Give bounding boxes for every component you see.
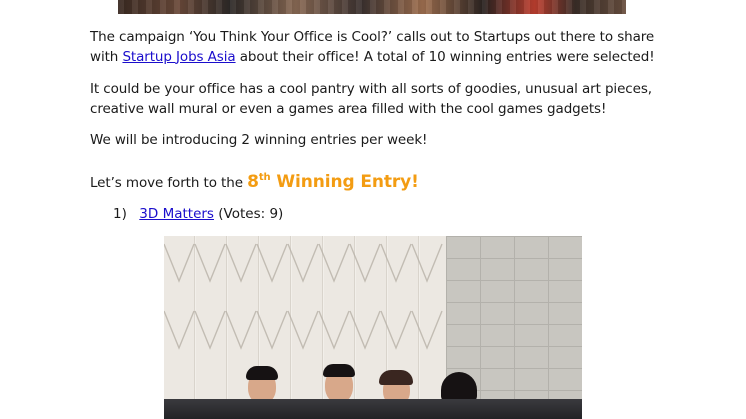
chevron-wall-pattern [164, 243, 443, 350]
weekly-entries-paragraph: We will be introducing 2 winning entries… [90, 132, 428, 148]
intro-paragraph: The campaign ‘You Think Your Office is C… [90, 28, 670, 67]
list-item: 1) 3D Matters (Votes: 9) [113, 205, 283, 224]
header-photo [118, 0, 626, 14]
startup-jobs-asia-link[interactable]: Startup Jobs Asia [122, 49, 235, 65]
office-team-photo [164, 236, 582, 419]
list-number: 1) [113, 206, 127, 222]
winning-entry-heading: Let’s move forth to the 8th Winning Entr… [90, 166, 670, 195]
winning-entry-label: Winning Entry! [270, 172, 419, 192]
office-description-paragraph: It could be your office has a cool pantr… [90, 81, 652, 117]
votes-count: (Votes: 9) [213, 206, 284, 222]
sofa [164, 399, 582, 419]
3d-matters-link[interactable]: 3D Matters [139, 206, 214, 222]
intro-text-end: about their office! A total of 10 winnin… [235, 48, 655, 65]
winning-entry-title: 8th Winning Entry! [247, 172, 419, 192]
winning-entry-lead: Let’s move forth to the [90, 175, 248, 191]
entry-ordinal-suffix: th [258, 172, 271, 183]
entry-number: 8 [247, 172, 259, 192]
